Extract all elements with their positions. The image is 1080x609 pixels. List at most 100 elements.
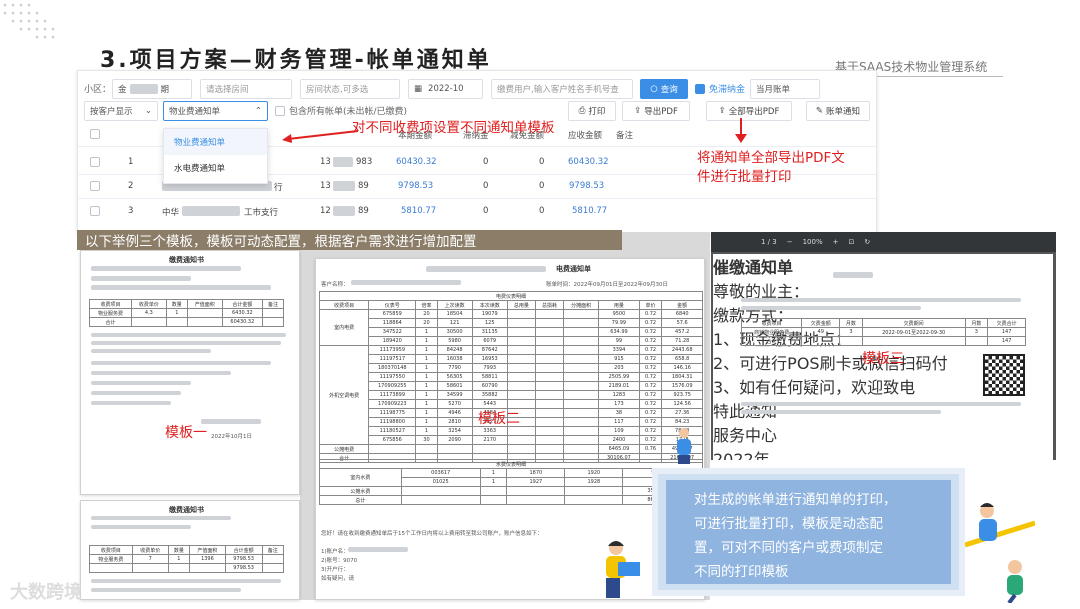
cell: [534, 444, 565, 454]
room-status-select[interactable]: 房间状态,可多选: [300, 79, 400, 99]
display-mode-select[interactable]: 按客户显示 ⌄: [84, 101, 158, 121]
room-select[interactable]: 请选择房间: [200, 79, 292, 99]
cell: [534, 372, 565, 382]
free-late-fee-label: 免滞纳金: [709, 85, 746, 95]
period-select[interactable]: 当月账单: [750, 79, 820, 99]
fit-page-icon[interactable]: ⊡: [848, 238, 854, 246]
blurred-text: [91, 401, 171, 405]
cell: 56305: [436, 372, 473, 382]
cell: 675859: [368, 309, 417, 319]
cell: 1: [415, 354, 438, 364]
cell: [506, 345, 536, 355]
cell: 0.72: [638, 372, 663, 382]
cell: 57.6: [661, 318, 703, 328]
cell: 收费单价: [131, 545, 169, 555]
cell: [563, 381, 600, 391]
cell: [563, 336, 600, 346]
decorative-dots: [3, 3, 55, 39]
cell: [506, 381, 536, 391]
blurred-text: [91, 349, 211, 353]
cell: [368, 444, 417, 454]
free-late-fee-checkbox[interactable]: [695, 84, 705, 94]
cell: 79.99: [598, 318, 640, 328]
signature-text: 服务中心: [713, 426, 778, 445]
dropdown-option-property-fee[interactable]: 物业费通知单: [164, 129, 267, 155]
row-amount[interactable]: 60430.32: [396, 157, 437, 167]
include-all-checkbox[interactable]: [275, 106, 285, 116]
customer-search-input[interactable]: 缴费用户,输入客户姓名手机号查: [491, 79, 633, 99]
template-one-document-2: 缴费通知书 收费项目 收费单价 数量 产值面积 合计金额 备注 物业服务费 7 1 1396 97…: [80, 500, 300, 600]
cell: [506, 495, 566, 505]
query-button[interactable]: ○ 查询: [640, 79, 688, 99]
cell: [471, 444, 508, 454]
cell: 1: [479, 468, 508, 478]
blurred-text: [833, 272, 873, 278]
cell: 备注: [261, 299, 285, 309]
cell: [506, 327, 536, 337]
cell: 147: [987, 336, 1026, 346]
area-select[interactable]: 金期: [112, 79, 192, 99]
select-all-checkbox[interactable]: [90, 129, 100, 139]
cell: 室内电费: [318, 309, 370, 346]
zoom-in-icon[interactable]: +: [833, 238, 839, 246]
cell: 6079: [471, 336, 508, 346]
print-button[interactable]: ⎙ 打印: [568, 101, 616, 121]
cell: 20: [415, 309, 438, 319]
table-row: 189420 1 5980 6079 99 0.72 71.28: [320, 336, 703, 346]
cell: 3394: [598, 345, 640, 355]
cell: 0.72: [638, 363, 663, 373]
cell: [261, 554, 284, 564]
bill-notice-button[interactable]: ✎ 账单通知: [806, 101, 870, 121]
table-row: 室内水费00361711870192050: [319, 468, 704, 487]
callout-line: 不同的打印模板: [694, 564, 789, 580]
template-select[interactable]: 物业费通知单 ⌃: [163, 101, 268, 121]
row-due[interactable]: 9798.53: [569, 181, 604, 191]
cell: [534, 381, 565, 391]
page-indicator[interactable]: 1 / 3: [761, 238, 777, 246]
zoom-out-icon[interactable]: −: [787, 238, 793, 246]
cell: 34599: [436, 390, 473, 400]
table-row: 室内电费 675859 20 18504 19079 9500 0.72 6840: [318, 309, 703, 346]
cell: 7993: [471, 363, 508, 373]
row-checkbox[interactable]: [90, 157, 100, 167]
cell: 数量: [165, 299, 188, 309]
row-phone-tail: 89: [358, 181, 369, 191]
cell: 9500: [598, 309, 640, 319]
export-all-pdf-button[interactable]: ⇪ 全部导出PDF: [706, 101, 792, 121]
blurred-text: [91, 266, 241, 271]
month-picker[interactable]: ▦ 2022-10: [408, 79, 483, 99]
row-amount[interactable]: 5810.77: [401, 206, 436, 216]
row-phone: 13: [320, 181, 331, 191]
cell: 11173899: [368, 390, 417, 400]
row-due[interactable]: 60430.32: [568, 157, 609, 167]
cell: 19079: [471, 309, 508, 319]
rotate-icon[interactable]: ↻: [864, 238, 870, 246]
small-person-illustration: [677, 428, 691, 464]
account-bank: 3)开户行：: [321, 567, 349, 573]
row-reduction: 0: [539, 157, 545, 167]
row-due[interactable]: 5810.77: [572, 206, 607, 216]
cell: [186, 308, 223, 318]
cell: 170909255: [368, 381, 417, 391]
row-amount[interactable]: 9798.53: [398, 181, 433, 191]
cell: 1: [167, 554, 191, 564]
dropdown-option-utility-fee[interactable]: 水电费通知单: [164, 155, 267, 181]
cell: [261, 308, 285, 318]
cell: 0.72: [638, 345, 663, 355]
display-mode-value: 按客户显示: [90, 107, 133, 117]
export-pdf-button[interactable]: ⇪ 导出PDF: [622, 101, 690, 121]
cell: 1: [415, 417, 438, 427]
callout-box: 对生成的帐单进行通知单的打印， 可进行批量打印，模板是动态配 置，可对不同的客户…: [652, 468, 965, 596]
row-checkbox[interactable]: [90, 206, 100, 216]
template-value: 物业费通知单: [169, 107, 221, 117]
cell: [506, 390, 536, 400]
cell: 49: [801, 327, 841, 337]
row-index: 2: [128, 181, 134, 191]
header-due: 应收金额: [568, 131, 603, 141]
zoom-level[interactable]: 100%: [803, 238, 823, 246]
cell: 物业服务费: [89, 308, 132, 318]
row-checkbox[interactable]: [90, 181, 100, 191]
row-name: 中华: [162, 208, 180, 218]
row-reduction: 0: [539, 181, 545, 191]
cell: 收费项目: [89, 299, 132, 309]
